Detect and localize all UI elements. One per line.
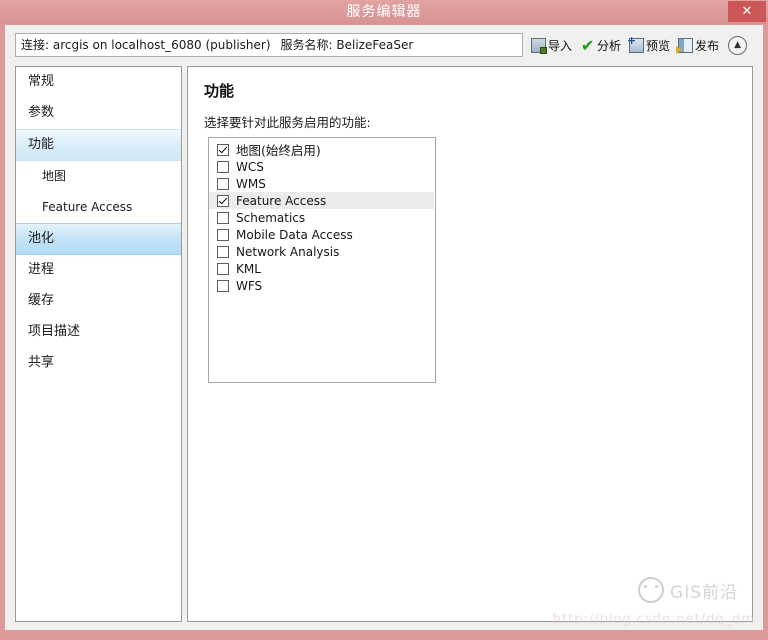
publish-icon [676, 37, 694, 54]
sidebar-item-label: 参数 [28, 105, 55, 120]
connection-toolbar: 连接: arcgis on localhost_6080 (publisher)… [5, 25, 763, 65]
capability-label: Feature Access [236, 193, 327, 208]
publish-button-label: 发布 [695, 38, 720, 53]
connection-field[interactable]: 连接: arcgis on localhost_6080 (publisher)… [15, 33, 523, 57]
sidebar-item-9[interactable]: 共享 [16, 348, 181, 379]
analyze-button[interactable]: ✔ 分析 [578, 34, 623, 56]
checkbox-icon[interactable] [217, 143, 229, 156]
preview-button[interactable]: 预览 [627, 34, 672, 56]
capability-label: Schematics [236, 210, 306, 225]
watermark-logo-text: GIS前沿 [670, 582, 738, 603]
capability-label: WFS [236, 278, 263, 293]
analyze-button-label: 分析 [597, 38, 622, 53]
checkbox-icon[interactable] [217, 262, 229, 275]
capability-row[interactable]: 地图(始终启用) [209, 141, 435, 158]
capability-row[interactable]: KML [209, 260, 435, 277]
check-icon: ✔ [580, 35, 595, 55]
import-icon [531, 37, 547, 54]
import-button-label: 导入 [548, 38, 573, 53]
capabilities-panel: 功能 选择要针对此服务启用的功能: 地图(始终启用) WCS WMS Feature … [187, 66, 753, 622]
sidebar-item-label: 共享 [28, 355, 55, 370]
capability-label: Mobile Data Access [236, 227, 353, 242]
chevron-up-icon[interactable]: ▲ [728, 35, 748, 55]
import-button[interactable]: 导入 [529, 34, 574, 56]
publish-button[interactable]: 发布 [676, 34, 721, 56]
title-bar: 服务编辑器 ✕ [0, 0, 768, 24]
client-area: 连接: arcgis on localhost_6080 (publisher)… [5, 25, 763, 630]
checkbox-icon[interactable] [217, 177, 229, 190]
window-title: 服务编辑器 [346, 4, 422, 20]
close-button[interactable]: ✕ [728, 1, 766, 22]
sidebar-item-label: 缓存 [28, 293, 55, 308]
connection-label: 连接: arcgis on localhost_6080 (publisher) [21, 38, 271, 52]
capability-row[interactable]: WCS [209, 158, 435, 175]
capability-label: KML [236, 261, 261, 276]
service-editor-window: 服务编辑器 ✕ 连接: arcgis on localhost_6080 (pu… [0, 0, 768, 640]
sidebar-item-5[interactable]: 池化 [16, 223, 181, 255]
settings-sidebar: 常规参数功能地图 Feature Access 池化进程缓存项目描述共享 [15, 66, 182, 622]
preview-icon [627, 35, 645, 53]
sidebar-item-4[interactable]: Feature Access [16, 192, 181, 223]
sidebar-item-label: Feature Access [42, 200, 133, 214]
sidebar-item-label: 池化 [28, 231, 55, 246]
checkbox-icon[interactable] [217, 211, 229, 224]
sidebar-item-8[interactable]: 项目描述 [16, 317, 181, 348]
sidebar-item-label: 常规 [28, 74, 55, 89]
checkbox-icon[interactable] [217, 245, 229, 258]
sidebar-item-7[interactable]: 缓存 [16, 286, 181, 317]
sidebar-item-3[interactable]: 地图 [16, 161, 181, 192]
action-toolbar: 导入 ✔ 分析 预览 发布 ▲ [529, 33, 748, 57]
capability-label: Network Analysis [236, 244, 340, 259]
sidebar-item-2[interactable]: 功能 [16, 129, 181, 161]
capability-label: WMS [236, 176, 266, 191]
capability-row[interactable]: Feature Access [209, 192, 434, 209]
watermark-logo: GIS前沿 [638, 577, 738, 603]
sidebar-item-0[interactable]: 常规 [16, 67, 181, 98]
preview-button-label: 预览 [646, 38, 671, 53]
capability-row[interactable]: WMS [209, 175, 435, 192]
capability-row[interactable]: Network Analysis [209, 243, 435, 260]
checkbox-icon[interactable] [217, 228, 229, 241]
capability-label: 地图(始终启用) [236, 143, 321, 158]
sidebar-item-1[interactable]: 参数 [16, 98, 181, 129]
capability-row[interactable]: Mobile Data Access [209, 226, 435, 243]
sidebar-item-label: 地图 [42, 169, 67, 183]
capability-row[interactable]: Schematics [209, 209, 435, 226]
page-subtitle: 选择要针对此服务启用的功能: [204, 115, 371, 130]
capability-label: WCS [236, 159, 264, 174]
checkbox-icon[interactable] [217, 194, 229, 207]
capability-row[interactable]: WFS [209, 277, 435, 294]
smiley-face-icon [638, 577, 665, 603]
capabilities-list[interactable]: 地图(始终启用) WCS WMS Feature Access Schematics Mo… [208, 137, 436, 383]
checkbox-icon[interactable] [217, 279, 229, 292]
page-title: 功能 [204, 82, 235, 100]
checkbox-icon[interactable] [217, 160, 229, 173]
sidebar-item-label: 项目描述 [28, 324, 81, 339]
sidebar-item-6[interactable]: 进程 [16, 255, 181, 286]
service-name-label: 服务名称: BelizeFeaSer [280, 38, 414, 52]
sidebar-item-label: 功能 [28, 137, 55, 152]
sidebar-item-label: 进程 [28, 262, 55, 277]
